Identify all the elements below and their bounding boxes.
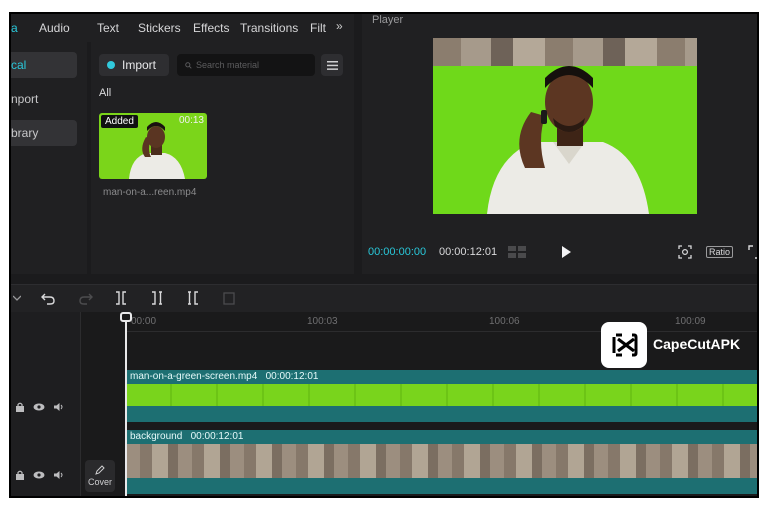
current-time: 00:00:00:00	[368, 246, 427, 258]
media-clip-name: man-on-a...reen.mp4	[103, 187, 197, 198]
app-window: a Audio Text Stickers Effects Transition…	[9, 12, 759, 498]
time-ruler[interactable]: 00:00 100:03 100:06 100:09	[125, 312, 757, 332]
background-clip-frames[interactable]	[126, 444, 757, 478]
total-time: 00:00:12:01	[439, 246, 498, 258]
delete-right-icon[interactable]	[187, 291, 199, 305]
watermark-brand: CapeCutAPK	[653, 336, 741, 352]
ruler-label: 00:00	[131, 316, 157, 327]
ruler-label: 100:03	[307, 316, 338, 327]
video-clip-duration: 00:00:12:01	[265, 371, 319, 382]
media-panel: Import Search material All Added 00:13 m…	[91, 42, 354, 274]
ratio-button[interactable]: Ratio	[706, 246, 734, 258]
speaker-icon[interactable]	[53, 470, 64, 480]
media-sidebar: cal nport brary	[11, 42, 87, 274]
undo-icon[interactable]	[41, 291, 55, 305]
chevron-double-right-icon[interactable]: »	[336, 19, 343, 33]
speaker-icon[interactable]	[53, 402, 64, 412]
track-2-controls	[15, 470, 64, 480]
tab-text[interactable]: Text	[97, 21, 119, 35]
cover-button[interactable]: Cover	[85, 460, 115, 492]
background-clip-duration: 00:00:12:01	[190, 431, 244, 442]
expand-icon[interactable]	[748, 245, 759, 259]
playhead-handle[interactable]	[120, 312, 132, 322]
background-clip-name: background	[130, 431, 183, 442]
person-on-phone-image	[487, 66, 649, 214]
sidebar-item-library[interactable]: brary	[11, 120, 77, 146]
timeline-toolbar	[11, 284, 757, 312]
eye-icon[interactable]	[33, 402, 45, 412]
tab-local[interactable]: a	[11, 21, 18, 35]
menu-icon	[326, 60, 338, 70]
video-clip-frames[interactable]	[126, 384, 757, 406]
chevron-down-icon[interactable]	[13, 295, 21, 301]
track-1-controls	[15, 402, 64, 412]
background-clip-lane[interactable]	[126, 478, 757, 494]
ruler-label: 100:09	[675, 316, 706, 327]
playhead[interactable]	[125, 312, 127, 496]
eye-icon[interactable]	[33, 470, 45, 480]
media-tab-bar: a Audio Text Stickers Effects Transition…	[11, 14, 354, 42]
tab-effects[interactable]: Effects	[193, 21, 229, 35]
tab-filters[interactable]: Filt	[310, 21, 326, 35]
tab-transitions[interactable]: Transitions	[240, 21, 298, 35]
split-icon[interactable]	[115, 291, 127, 305]
import-button[interactable]: Import	[99, 54, 169, 76]
added-badge: Added	[101, 115, 138, 128]
tab-audio[interactable]: Audio	[39, 21, 70, 35]
pencil-icon	[95, 465, 105, 475]
lock-icon[interactable]	[15, 402, 25, 412]
import-label: Import	[122, 58, 157, 72]
player-title: Player	[372, 14, 404, 26]
search-placeholder: Search material	[196, 60, 260, 70]
background-clip-label[interactable]: background 00:00:12:01	[126, 430, 757, 444]
video-preview[interactable]	[433, 38, 697, 214]
player-panel: Player 00:00:00:00 00:00:12:01 Ratio	[362, 14, 759, 274]
search-input[interactable]: Search material	[177, 54, 315, 76]
media-clip-thumbnail[interactable]: Added 00:13	[99, 113, 207, 179]
tab-stickers[interactable]: Stickers	[138, 21, 181, 35]
fullscreen-fit-icon[interactable]	[678, 245, 692, 259]
ruler-label: 100:06	[489, 316, 520, 327]
video-clip-name: man-on-a-green-screen.mp4	[130, 371, 258, 382]
play-icon[interactable]	[559, 245, 573, 259]
filter-all[interactable]: All	[99, 87, 111, 99]
sidebar-item-local[interactable]: cal	[11, 52, 77, 78]
clip-duration: 00:13	[178, 115, 204, 126]
cover-label: Cover	[87, 477, 112, 487]
delete-icon[interactable]	[223, 291, 235, 305]
sidebar-item-import[interactable]: nport	[11, 86, 77, 112]
video-clip-label[interactable]: man-on-a-green-screen.mp4 00:00:12:01	[126, 370, 757, 384]
capcut-logo-icon	[601, 322, 647, 368]
add-circle-icon	[107, 61, 115, 69]
lock-icon[interactable]	[15, 470, 25, 480]
search-icon	[185, 61, 192, 69]
delete-left-icon[interactable]	[151, 291, 163, 305]
redo-icon[interactable]	[79, 291, 93, 305]
list-view-button[interactable]	[321, 54, 343, 76]
video-clip-audio-lane[interactable]	[126, 406, 757, 422]
grid-icon[interactable]	[508, 246, 526, 259]
